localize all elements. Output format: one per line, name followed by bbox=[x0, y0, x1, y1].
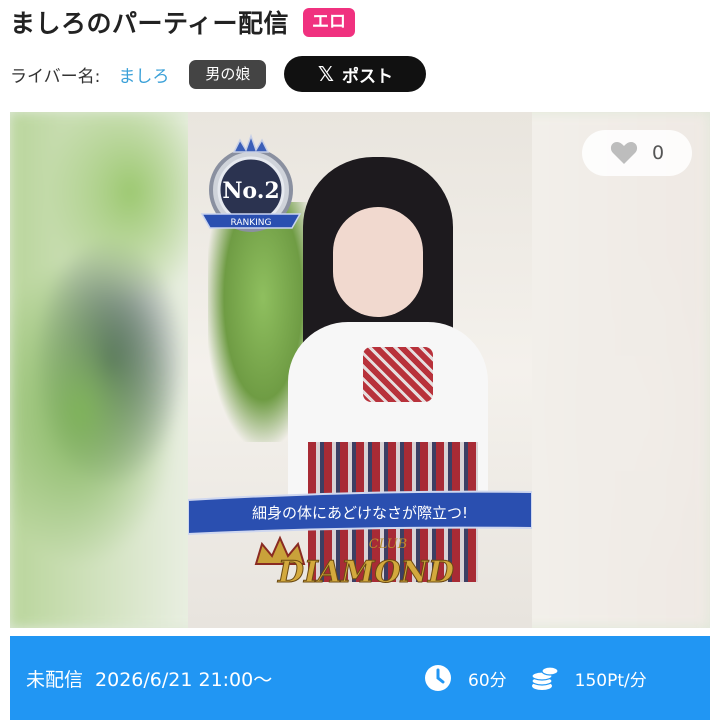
price-item: 150Pt/分 bbox=[531, 664, 647, 692]
schedule-info-bar: 未配信 2026/6/21 21:00〜 60分 150Pt/分 bbox=[10, 636, 710, 720]
like-count: 0 bbox=[651, 142, 665, 164]
x-post-button[interactable]: 𝕏 ポスト bbox=[284, 56, 427, 92]
title-row: ましろのパーティー配信 エロ bbox=[10, 0, 356, 44]
logo-club-text: CLUB bbox=[369, 537, 407, 552]
liver-name-link[interactable]: ましろ bbox=[118, 62, 169, 87]
coins-icon bbox=[531, 666, 559, 690]
stream-datetime: 2026/6/21 21:00〜 bbox=[95, 668, 273, 691]
stream-status: 未配信 bbox=[26, 668, 84, 691]
stream-meta: 60分 150Pt/分 bbox=[424, 636, 647, 720]
like-button[interactable]: 0 bbox=[582, 130, 692, 176]
clock-icon bbox=[425, 665, 451, 691]
price-value: 150Pt/分 bbox=[574, 670, 647, 691]
duration-value: 60分 bbox=[468, 670, 507, 691]
ranking-emblem: No.2 RANKING bbox=[200, 133, 302, 232]
tagline-text: 細身の体にあどけなさが際立つ! bbox=[252, 504, 468, 522]
liver-label: ライバー名: bbox=[10, 66, 101, 87]
page-title: ましろのパーティー配信 bbox=[10, 9, 290, 38]
genre-tag[interactable]: 男の娘 bbox=[189, 59, 267, 89]
x-logo-icon: 𝕏 bbox=[317, 62, 334, 86]
stream-thumbnail[interactable]: No.2 RANKING 細身の体にあどけなさが際立つ! CLUB DIAMON… bbox=[10, 112, 710, 628]
duration-item: 60分 bbox=[424, 664, 507, 692]
profile-photo: No.2 RANKING 細身の体にあどけなさが際立つ! CLUB DIAMON… bbox=[188, 112, 532, 628]
category-badge[interactable]: エロ bbox=[303, 7, 356, 37]
post-button-label: ポスト bbox=[341, 66, 393, 87]
logo-main-text: DIAMOND bbox=[277, 555, 454, 590]
liver-row: ライバー名: ましろ 男の娘 𝕏 ポスト bbox=[10, 56, 427, 92]
crown-icon bbox=[232, 133, 270, 153]
heart-icon bbox=[610, 142, 638, 164]
emblem-ribbon-text: RANKING bbox=[230, 218, 271, 228]
emblem-text: No.2 bbox=[222, 178, 279, 204]
club-diamond-logo: CLUB DIAMOND bbox=[254, 535, 455, 591]
